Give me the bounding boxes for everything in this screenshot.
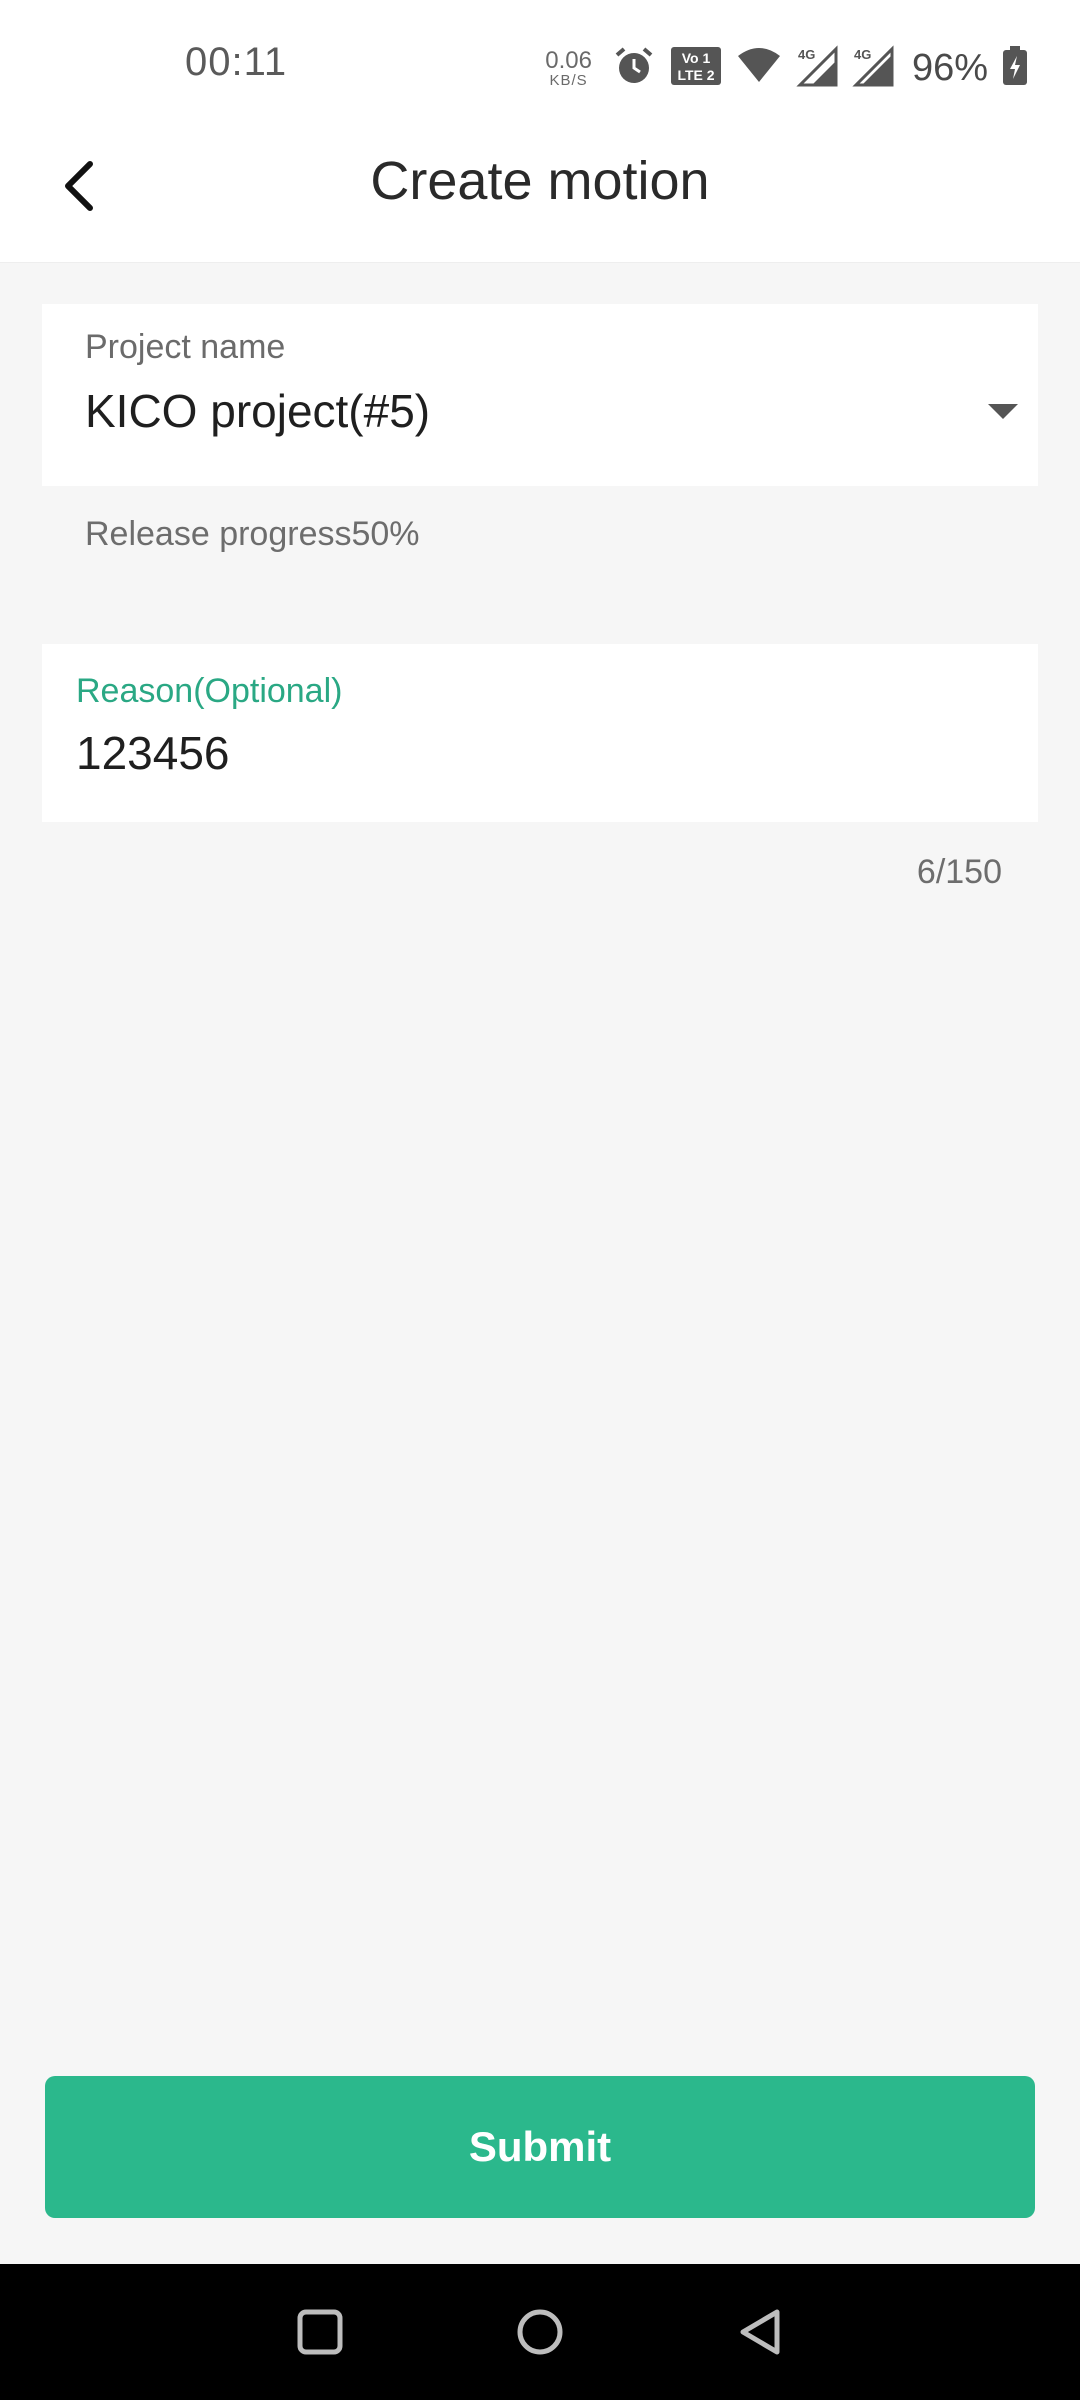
battery-charging-icon [1002,45,1028,91]
home-circle-icon [517,2309,563,2355]
back-triangle-icon [740,2309,780,2355]
status-time: 00:11 [185,40,288,84]
signal-4g-icon: 4G [852,44,894,92]
project-name-value: KICO project(#5) [85,385,431,437]
wifi-icon [736,46,782,91]
home-button[interactable] [508,2300,572,2364]
battery-percent: 96% [911,46,988,89]
project-name-dropdown[interactable]: Project name KICO project(#5) [42,304,1038,486]
dropdown-arrow-icon [988,404,1018,419]
signal-4g-icon: 4G [796,44,838,92]
back-nav-button[interactable] [728,2300,792,2364]
reason-field[interactable]: Reason(Optional) 123456 [42,644,1038,822]
svg-text:4G: 4G [798,47,815,62]
release-progress: Release progress50% [85,515,420,553]
reason-input[interactable]: 123456 [76,726,230,780]
page-title: Create motion [370,151,710,211]
status-bar: 00:11 0.06 KB/S Vo 1 LTE 2 4G 4G 96% [0,0,1080,138]
volte-icon: Vo 1 LTE 2 [670,46,722,91]
svg-text:4G: 4G [854,47,871,62]
status-icons: 0.06 KB/S Vo 1 LTE 2 4G 4G 96% [545,44,1028,92]
submit-button[interactable]: Submit [45,2076,1035,2218]
system-nav-bar [0,2264,1080,2400]
recents-square-icon [297,2309,343,2355]
net-speed-unit: KB/S [549,71,588,89]
app-bar: Create motion [0,138,1080,263]
reason-label: Reason(Optional) [76,672,343,710]
net-speed-value: 0.06 [545,46,592,74]
alarm-icon [612,44,656,93]
net-speed: 0.06 KB/S [545,46,592,89]
recents-button[interactable] [288,2300,352,2364]
project-name-label: Project name [85,328,286,366]
reason-char-counter: 6/150 [916,853,1002,891]
svg-text:LTE 2: LTE 2 [677,67,714,83]
svg-text:Vo 1: Vo 1 [682,50,711,66]
